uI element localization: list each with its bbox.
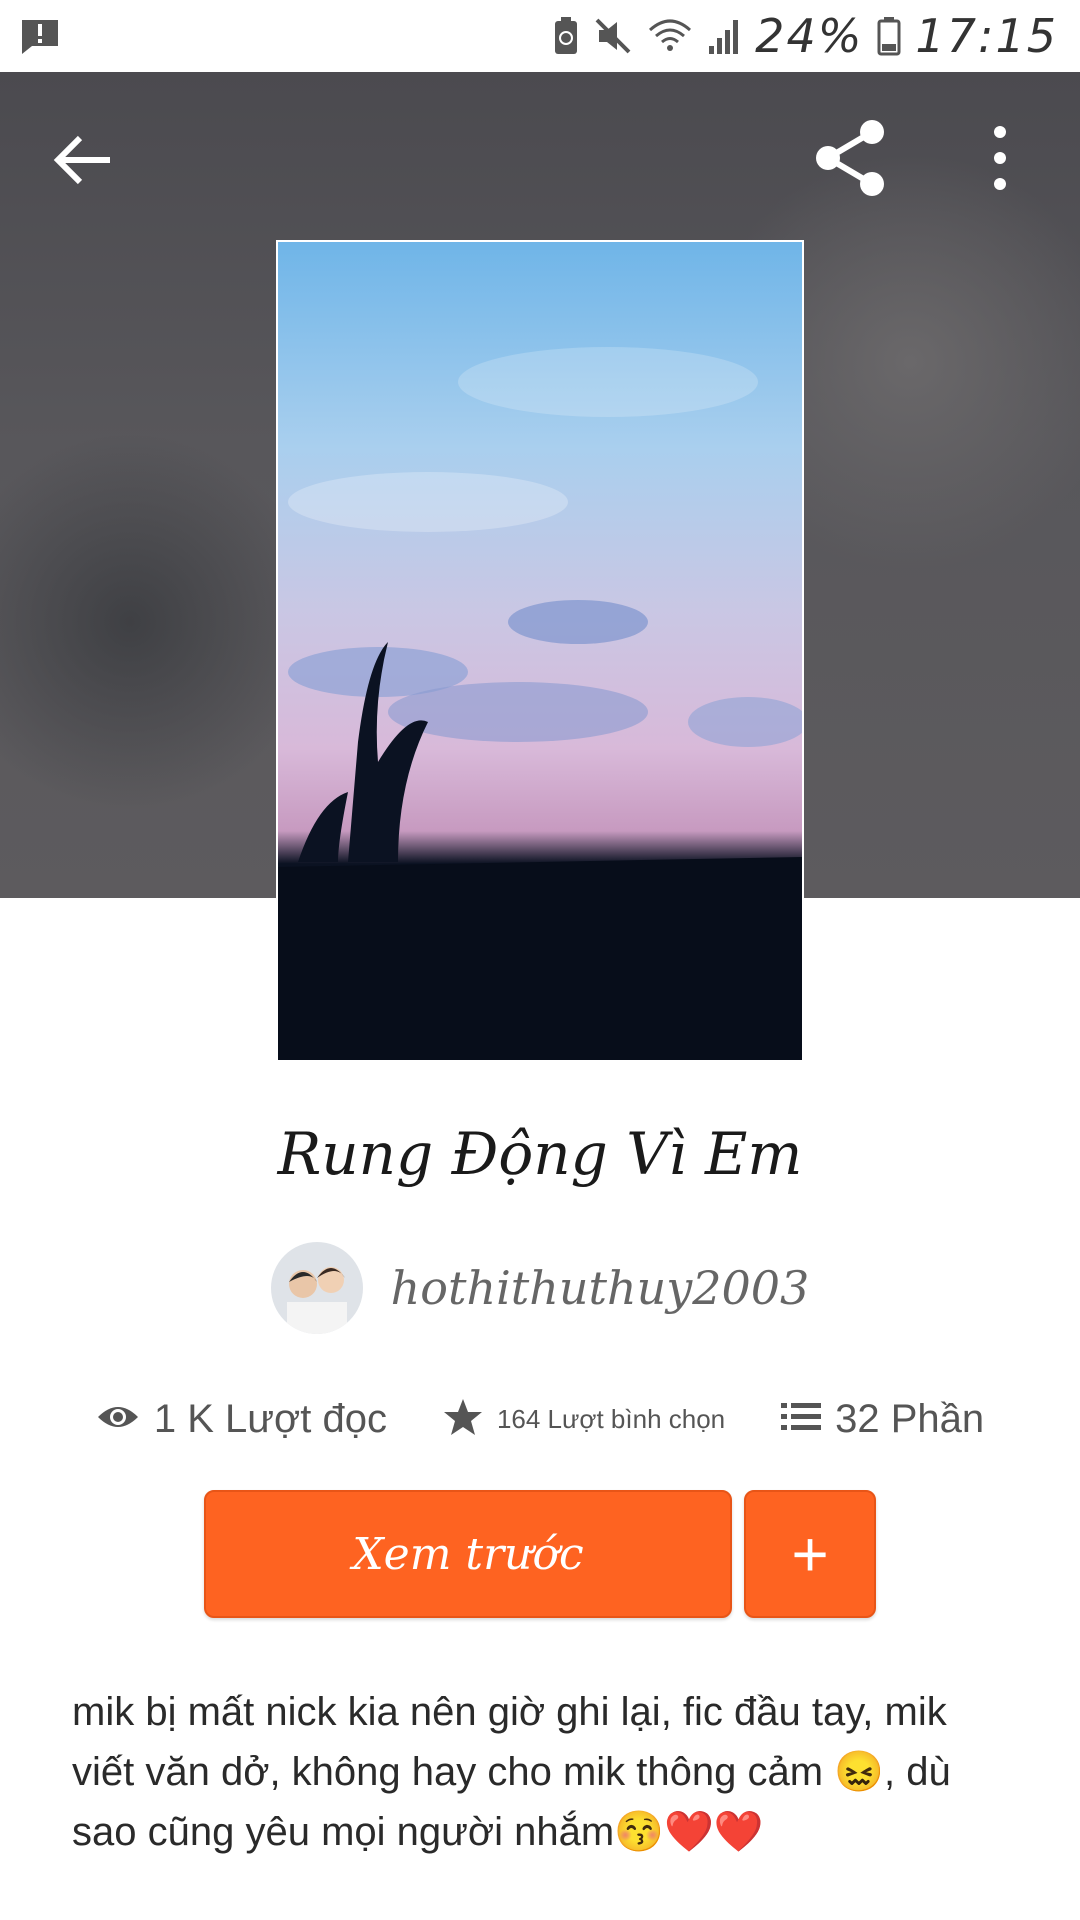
battery-icon [877,16,901,56]
author-name[interactable]: hothithuthuy2003 [391,1261,810,1315]
votes-stat: 164 Lượt bình chọn [443,1397,725,1442]
status-bar: 24% 17:15 [0,0,1080,72]
recycle-battery-icon [553,16,579,56]
alert-message-icon [18,14,62,58]
list-icon [781,1401,822,1438]
signal-icon [707,16,741,56]
add-to-library-button[interactable]: + [744,1490,876,1618]
reads-count: 1 K Lượt đọc [153,1396,387,1441]
star-icon [443,1397,483,1442]
more-options-button[interactable] [980,116,1020,200]
story-title: Rung Động Vì Em [277,1120,803,1188]
story-cover-image[interactable] [276,240,804,1062]
avatar[interactable] [270,1242,363,1334]
story-stats: 1 K Lượt đọc 164 Lượt bình chọn 32 Phần [0,1384,1080,1454]
wifi-icon [647,16,693,56]
eye-icon [96,1401,140,1438]
author-row[interactable]: hothithuthuy2003 [0,1240,1080,1336]
parts-stat: 32 Phần [781,1397,984,1442]
back-button[interactable] [44,120,124,200]
reads-stat: 1 K Lượt đọc [96,1397,387,1442]
parts-count: 32 Phần [835,1396,985,1441]
share-button[interactable] [810,116,890,200]
story-description: mik bị mất nick kia nên giờ ghi lại, fic… [72,1690,951,1854]
clock-time: 17:15 [915,9,1058,63]
votes-count: 164 Lượt bình chọn [496,1403,726,1434]
more-vertical-icon [980,126,1020,204]
plus-icon: + [791,1518,829,1590]
mute-vibrate-icon [593,16,633,56]
share-icon [810,120,890,204]
battery-percent: 24% [755,9,864,63]
app-toolbar [0,72,1080,242]
arrow-left-icon [44,135,124,204]
preview-button[interactable]: Xem trước [204,1490,732,1618]
